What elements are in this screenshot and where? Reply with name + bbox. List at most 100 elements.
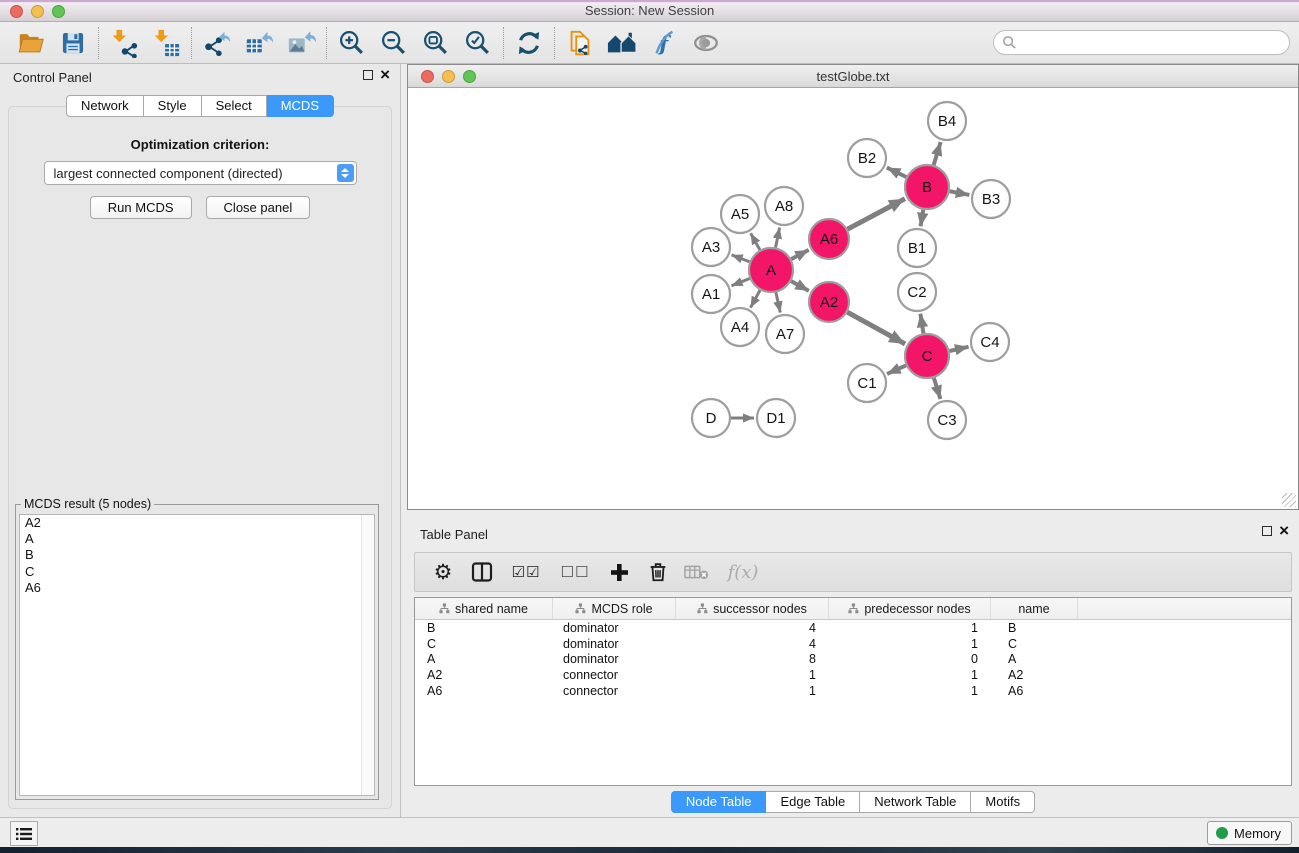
graph-edge[interactable]: [848, 199, 905, 229]
graph-edge[interactable]: [887, 168, 906, 177]
column-view-icon[interactable]: [467, 557, 497, 587]
table-cell[interactable]: A6: [415, 684, 553, 698]
tab-select[interactable]: Select: [202, 95, 267, 117]
tab-network-table[interactable]: Network Table: [860, 791, 971, 813]
table-cell[interactable]: 1: [829, 684, 991, 698]
table-cell[interactable]: B: [991, 621, 1078, 635]
add-column-icon[interactable]: [604, 557, 634, 587]
tab-motifs[interactable]: Motifs: [971, 791, 1035, 813]
close-panel-button[interactable]: Close panel: [206, 196, 311, 219]
home-icon[interactable]: [601, 25, 643, 61]
table-cell[interactable]: connector: [553, 668, 676, 682]
graph-node-A4[interactable]: A4: [721, 308, 759, 346]
graph-node-A8[interactable]: A8: [765, 187, 803, 225]
deselect-all-icon[interactable]: ☐☐: [555, 557, 595, 587]
delete-icon[interactable]: [643, 557, 673, 587]
export-network-icon[interactable]: [196, 25, 238, 61]
export-table-icon[interactable]: [238, 25, 280, 61]
graph-node-D1[interactable]: D1: [757, 399, 795, 437]
table-cell[interactable]: 1: [829, 637, 991, 651]
table-cell[interactable]: B: [415, 621, 553, 635]
list-item[interactable]: A: [20, 531, 374, 547]
list-item[interactable]: A6: [20, 580, 374, 596]
graph-edge[interactable]: [887, 365, 906, 374]
close-panel-icon[interactable]: ×: [1279, 525, 1289, 536]
column-header-successor-nodes[interactable]: successor nodes: [676, 598, 829, 619]
zoom-in-icon[interactable]: [331, 25, 373, 61]
graph-edge[interactable]: [791, 250, 808, 259]
column-header-predecessor-nodes[interactable]: predecessor nodes: [829, 598, 991, 619]
graph-node-A3[interactable]: A3: [692, 228, 730, 266]
table-row[interactable]: Cdominator41C: [415, 636, 1291, 652]
eye-icon[interactable]: [685, 25, 727, 61]
network-window-titlebar[interactable]: testGlobe.txt: [408, 65, 1298, 88]
table-row[interactable]: Adominator80A: [415, 652, 1291, 668]
list-item[interactable]: B: [20, 547, 374, 563]
table-cell[interactable]: A: [415, 652, 553, 666]
table-cell[interactable]: dominator: [553, 621, 676, 635]
graph-node-B3[interactable]: B3: [972, 180, 1010, 218]
close-panel-icon[interactable]: ×: [380, 69, 390, 80]
tab-style[interactable]: Style: [144, 95, 202, 117]
graph-node-A5[interactable]: A5: [721, 195, 759, 233]
table-cell[interactable]: 8: [676, 652, 829, 666]
clone-network-icon[interactable]: [559, 25, 601, 61]
search-input[interactable]: [1017, 33, 1289, 53]
graph-edge[interactable]: [847, 312, 905, 344]
graph-edge[interactable]: [934, 142, 941, 165]
tab-edge-table[interactable]: Edge Table: [766, 791, 860, 813]
graph-edge[interactable]: [791, 281, 809, 291]
graph-node-C2[interactable]: C2: [898, 273, 936, 311]
float-panel-icon[interactable]: [1262, 526, 1272, 536]
table-row[interactable]: A2connector11A2: [415, 667, 1291, 683]
import-table-icon[interactable]: [145, 25, 187, 61]
tab-network[interactable]: Network: [66, 95, 144, 117]
graph-edge[interactable]: [776, 292, 780, 312]
graph-node-B1[interactable]: B1: [898, 229, 936, 267]
save-session-icon[interactable]: [52, 25, 94, 61]
zoom-fit-icon[interactable]: [415, 25, 457, 61]
table-cell[interactable]: C: [991, 637, 1078, 651]
graph-edge[interactable]: [732, 255, 750, 262]
graph-edge[interactable]: [920, 314, 923, 334]
column-header-mcds-role[interactable]: MCDS role: [553, 598, 676, 619]
delete-table-icon[interactable]: [682, 557, 712, 587]
table-cell[interactable]: 1: [829, 668, 991, 682]
table-cell[interactable]: A2: [415, 668, 553, 682]
zoom-out-icon[interactable]: [373, 25, 415, 61]
graph-node-B4[interactable]: B4: [928, 102, 966, 140]
table-cell[interactable]: 1: [676, 668, 829, 682]
graph-node-C4[interactable]: C4: [971, 323, 1009, 361]
tab-mcds[interactable]: MCDS: [267, 95, 334, 117]
gear-icon[interactable]: ⚙: [428, 557, 458, 587]
table-cell[interactable]: 1: [676, 684, 829, 698]
tab-node-table[interactable]: Node Table: [671, 791, 767, 813]
list-item[interactable]: C: [20, 564, 374, 580]
graph-node-A7[interactable]: A7: [766, 315, 804, 353]
memory-button[interactable]: Memory: [1207, 821, 1292, 845]
graph-edge[interactable]: [751, 290, 761, 307]
table-cell[interactable]: dominator: [553, 637, 676, 651]
graph-edge[interactable]: [950, 191, 970, 195]
graph-edge[interactable]: [751, 233, 760, 250]
show-log-button[interactable]: [10, 821, 38, 846]
select-all-icon[interactable]: ☑☑: [506, 557, 546, 587]
toggle-graphics-details-icon[interactable]: f: [643, 25, 685, 61]
table-cell[interactable]: C: [415, 637, 553, 651]
table-cell[interactable]: A2: [991, 668, 1078, 682]
graph-edge[interactable]: [921, 210, 924, 227]
table-row[interactable]: A6connector11A6: [415, 683, 1291, 699]
float-panel-icon[interactable]: [363, 70, 373, 80]
graph-node-B2[interactable]: B2: [848, 139, 886, 177]
search-box[interactable]: [993, 30, 1290, 55]
graph-edge[interactable]: [949, 347, 968, 351]
resize-grip-icon[interactable]: [1282, 493, 1296, 507]
export-image-icon[interactable]: [280, 25, 322, 61]
table-cell[interactable]: connector: [553, 684, 676, 698]
table-cell[interactable]: dominator: [553, 652, 676, 666]
graph-node-A1[interactable]: A1: [692, 275, 730, 313]
list-item[interactable]: A2: [20, 515, 374, 531]
column-header-shared-name[interactable]: shared name: [415, 598, 553, 619]
graph-node-B[interactable]: B: [905, 165, 949, 209]
table-cell[interactable]: A: [991, 652, 1078, 666]
